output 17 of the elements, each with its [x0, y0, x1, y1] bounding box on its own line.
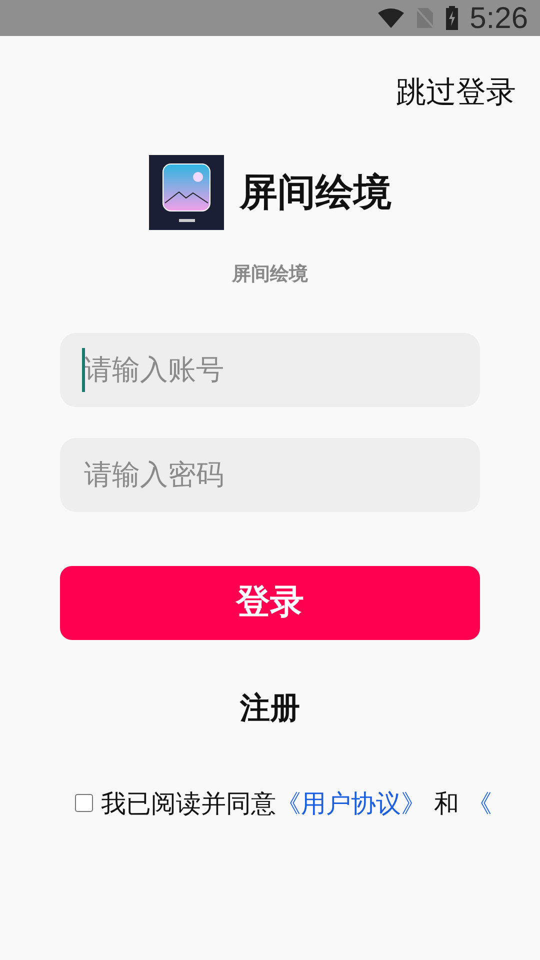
agree-checkbox[interactable]	[75, 794, 93, 812]
input-field[interactable]: 请输入密码	[60, 438, 480, 512]
battery-charging-icon	[446, 6, 458, 30]
login-button[interactable]: 登录	[60, 566, 480, 640]
agreement-joiner: 和	[434, 788, 459, 820]
clock: 5:26	[470, 0, 528, 36]
wifi-icon	[378, 8, 404, 28]
skip-login-link[interactable]: 跳过登录	[396, 70, 516, 115]
app-title: 屏间绘境	[240, 169, 392, 216]
app-logo-icon	[148, 155, 224, 230]
agreement-text: 我已阅读并同意	[101, 788, 276, 820]
no-sim-icon	[416, 7, 434, 29]
app-subtitle: 屏间绘境	[232, 262, 308, 287]
user-agreement-link[interactable]: 《用户协议》	[276, 784, 426, 822]
register-link[interactable]: 注册	[240, 686, 300, 730]
privacy-link[interactable]: 《	[467, 784, 492, 822]
input-field[interactable]: 请输入账号	[60, 332, 480, 406]
